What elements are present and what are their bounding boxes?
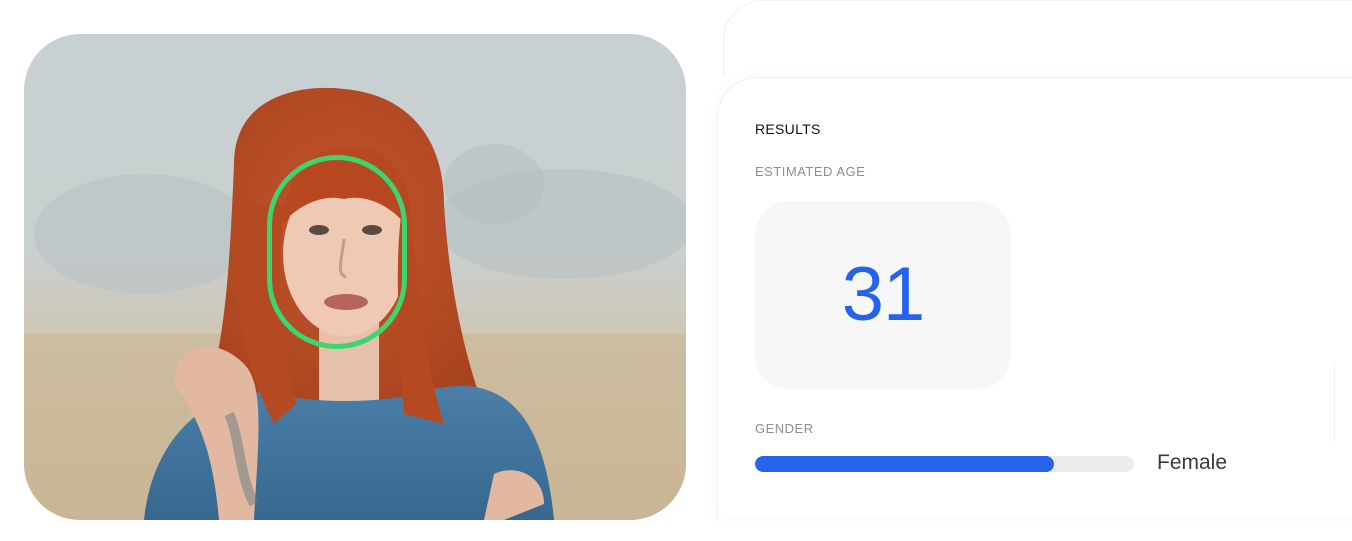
- gender-label: GENDER: [755, 421, 814, 436]
- estimated-age-label: ESTIMATED AGE: [755, 164, 866, 179]
- face-analysis-view: RESULTS ESTIMATED AGE 31 GENDER Female: [0, 0, 1352, 541]
- face-detection-outline: [267, 155, 407, 349]
- gender-confidence-fill: [755, 456, 1055, 472]
- estimated-age-box: 31: [755, 201, 1011, 389]
- gender-value: Female: [1157, 451, 1228, 474]
- estimated-age-value: 31: [841, 252, 926, 337]
- gender-confidence-bar: [755, 456, 1134, 472]
- divider: [1334, 362, 1335, 442]
- results-card: RESULTS ESTIMATED AGE 31 GENDER Female: [717, 77, 1352, 518]
- background-card: [723, 0, 1352, 75]
- portrait-photo: [24, 34, 686, 520]
- results-title: RESULTS: [755, 121, 821, 137]
